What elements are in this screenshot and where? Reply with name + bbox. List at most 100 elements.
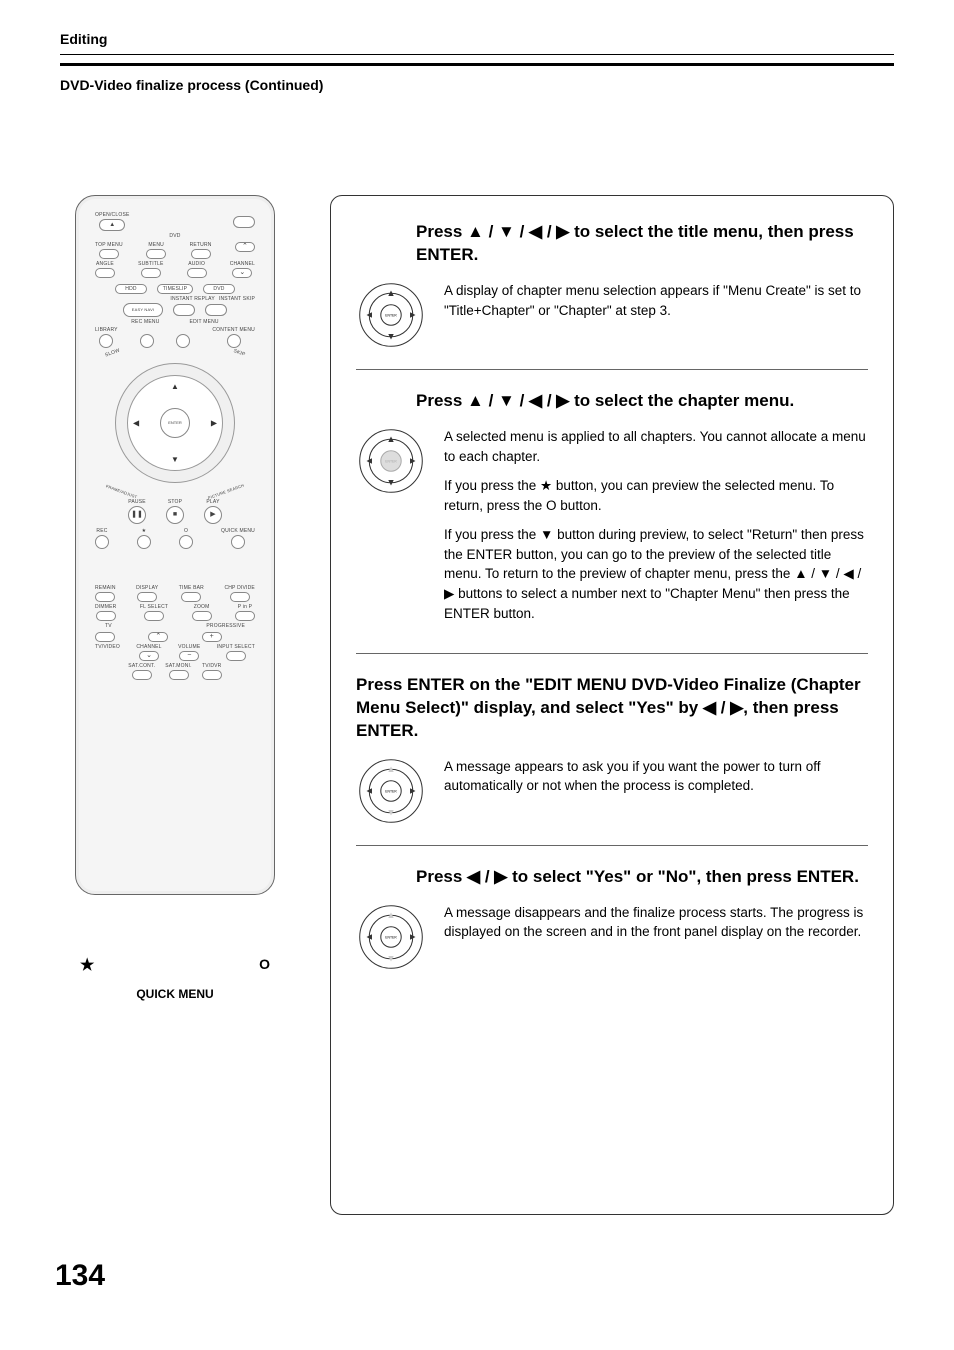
label: TIME BAR <box>179 585 204 592</box>
label: O <box>184 528 188 535</box>
up-button: ⌃ <box>235 242 255 252</box>
timeslip-button: TIMESLIP <box>157 284 193 294</box>
button <box>96 611 116 621</box>
label: MENU <box>148 242 164 249</box>
button <box>176 334 190 348</box>
label: ★ <box>142 528 147 535</box>
label: REC MENU <box>131 319 159 326</box>
label: PROGRESSIVE <box>206 623 245 630</box>
rec-button <box>95 535 109 549</box>
button <box>141 268 161 278</box>
button <box>132 670 152 680</box>
down-button: ⌄ <box>232 268 252 278</box>
button <box>137 592 157 602</box>
label: REMAIN <box>95 585 116 592</box>
label: AUDIO <box>188 261 205 268</box>
label: DIMMER <box>95 604 116 611</box>
ring-icon: O <box>259 955 270 977</box>
button <box>192 611 212 621</box>
pause-button: ❚❚ <box>128 506 146 524</box>
quick-menu-callout: QUICK MENU <box>60 986 290 1003</box>
label: DISPLAY <box>136 585 158 592</box>
label: LIBRARY <box>95 327 118 334</box>
o-button <box>179 535 193 549</box>
label: RETURN <box>190 242 212 249</box>
step-4: Press ◀ / ▶ to select "Yes" or "No", the… <box>356 866 868 971</box>
svg-text:ENTER: ENTER <box>385 789 397 793</box>
button <box>95 592 115 602</box>
label: QUICK MENU <box>221 528 255 535</box>
down-arrow-icon: ▼ <box>171 454 179 465</box>
button <box>226 651 246 661</box>
button <box>202 670 222 680</box>
button <box>140 334 154 348</box>
label: SAT.MONI. <box>165 663 191 670</box>
label: FL SELECT <box>140 604 168 611</box>
button <box>187 268 207 278</box>
label: P in P <box>238 604 252 611</box>
button <box>146 249 166 259</box>
divider <box>60 54 894 55</box>
step-heading: Press ◀ / ▶ to select "Yes" or "No", the… <box>416 866 868 889</box>
right-arrow-icon: ▶ <box>211 418 217 429</box>
label: SUBTITLE <box>138 261 164 268</box>
step-text: A display of chapter menu selection appe… <box>444 281 868 330</box>
label: FRAME/ADJUST <box>105 484 138 501</box>
dpad: ENTER ▲ ▼ ◀ ▶ <box>115 363 235 483</box>
dpad-icon: ENTER <box>356 757 426 825</box>
instruction-panel: Press ▲ / ▼ / ◀ / ▶ to select the title … <box>330 195 894 1215</box>
star-icon: ★ <box>80 955 94 977</box>
button <box>169 670 189 680</box>
down-button: ⌄ <box>139 651 159 661</box>
button <box>235 611 255 621</box>
dvd-button: DVD <box>203 284 235 294</box>
label: ZOOM <box>194 604 210 611</box>
label: INSTANT SKIP <box>219 296 255 303</box>
label: CONTENT MENU <box>212 327 255 334</box>
remote-callouts: ★ O QUICK MENU <box>60 905 290 1002</box>
step-heading: Press ▲ / ▼ / ◀ / ▶ to select the title … <box>416 221 868 267</box>
step-2: Press ▲ / ▼ / ◀ / ▶ to select the chapte… <box>356 390 868 633</box>
button <box>173 304 195 316</box>
label: SAT.CONT. <box>128 663 155 670</box>
divider <box>356 845 868 846</box>
button <box>205 304 227 316</box>
label: OPEN/CLOSE <box>95 212 130 219</box>
remote-control-illustration: OPEN/CLOSE ▲ DVD TOP MENU MENU RETURN ⌃ … <box>75 195 275 895</box>
dpad-icon: ENTER <box>356 903 426 971</box>
remote-column: OPEN/CLOSE ▲ DVD TOP MENU MENU RETURN ⌃ … <box>60 195 290 1215</box>
button <box>227 334 241 348</box>
step-text: A message appears to ask you if you want… <box>444 757 868 806</box>
quick-menu-button <box>231 535 245 549</box>
label: SKIP <box>232 348 246 359</box>
divider <box>356 653 868 654</box>
play-button: ▶ <box>204 506 222 524</box>
button <box>99 334 113 348</box>
svg-text:ENTER: ENTER <box>385 459 397 463</box>
hdd-button: HDD <box>115 284 147 294</box>
step-text: A selected menu is applied to all chapte… <box>444 427 868 633</box>
dpad-icon: ENTER <box>356 281 426 349</box>
enter-button: ENTER <box>160 408 190 438</box>
enter-label: ENTER <box>385 313 397 317</box>
button <box>144 611 164 621</box>
button <box>181 592 201 602</box>
button <box>95 632 115 642</box>
up-arrow-icon: ▲ <box>171 381 179 392</box>
button <box>230 592 250 602</box>
button <box>191 249 211 259</box>
step-text: A message disappears and the finalize pr… <box>444 903 868 952</box>
page-number: 134 <box>55 1259 105 1292</box>
label: REC <box>96 528 107 535</box>
label: CHANNEL <box>230 261 255 268</box>
subsection-label: DVD-Video finalize process (Continued) <box>60 76 894 96</box>
eject-button: ▲ <box>99 219 125 231</box>
minus-button: − <box>179 651 199 661</box>
label: STOP <box>168 499 182 506</box>
label: TOP MENU <box>95 242 123 249</box>
label: TV/DVR <box>202 663 222 670</box>
label: INPUT SELECT <box>217 644 255 651</box>
label: INSTANT REPLAY <box>170 296 214 303</box>
dpad-icon: ENTER <box>356 427 426 495</box>
star-button <box>137 535 151 549</box>
